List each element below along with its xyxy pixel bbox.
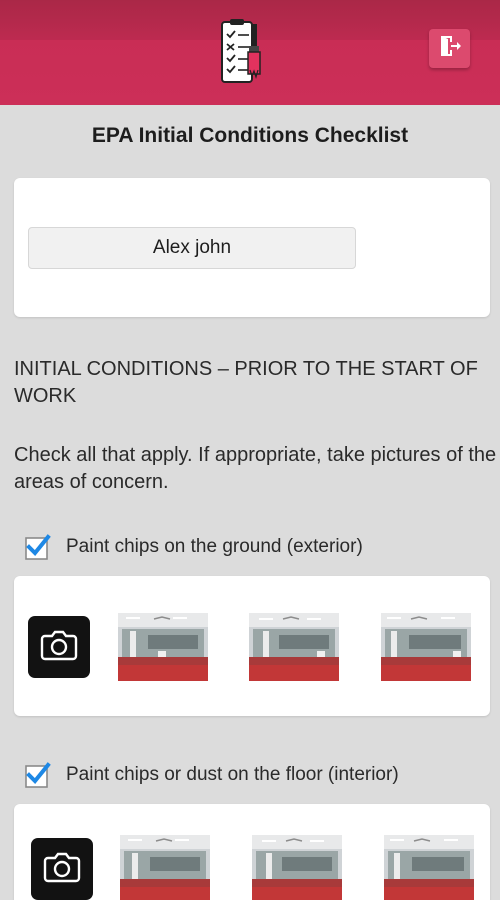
checklist-item-label: Paint chips on the ground (exterior) — [66, 536, 363, 557]
checkbox-checked-icon[interactable] — [25, 534, 51, 560]
photo-card-ground-exterior — [14, 576, 490, 716]
photo-thumbnail[interactable] — [118, 613, 208, 681]
checklist-item-floor-interior[interactable]: Paint chips or dust on the floor (interi… — [25, 762, 399, 788]
logout-button[interactable] — [429, 29, 470, 68]
section-heading: INITIAL CONDITIONS – PRIOR TO THE START … — [14, 358, 478, 407]
photo-thumbnail[interactable] — [249, 613, 339, 681]
checklist-paintbrush-icon — [218, 18, 266, 86]
inspector-name-field[interactable]: Alex john — [28, 227, 356, 269]
app-bar — [0, 0, 500, 105]
take-photo-button[interactable] — [31, 838, 93, 900]
camera-icon — [39, 629, 79, 666]
section-instructions: Check all that apply. If appropriate, ta… — [14, 444, 497, 493]
photo-thumbnail[interactable] — [381, 613, 471, 681]
camera-icon — [42, 851, 82, 888]
photo-thumbnail[interactable] — [384, 835, 474, 900]
photo-card-floor-interior — [14, 804, 490, 900]
logout-icon — [438, 34, 462, 63]
inspector-name-card: Alex john — [14, 178, 490, 317]
checklist-item-label: Paint chips or dust on the floor (interi… — [66, 764, 399, 785]
take-photo-button[interactable] — [28, 616, 90, 678]
photo-thumbnail[interactable] — [252, 835, 342, 900]
page-title: EPA Initial Conditions Checklist — [91, 124, 409, 147]
checklist-item-ground-exterior[interactable]: Paint chips on the ground (exterior) — [25, 534, 363, 560]
checkbox-checked-icon[interactable] — [25, 762, 51, 788]
photo-thumbnail[interactable] — [120, 835, 210, 900]
